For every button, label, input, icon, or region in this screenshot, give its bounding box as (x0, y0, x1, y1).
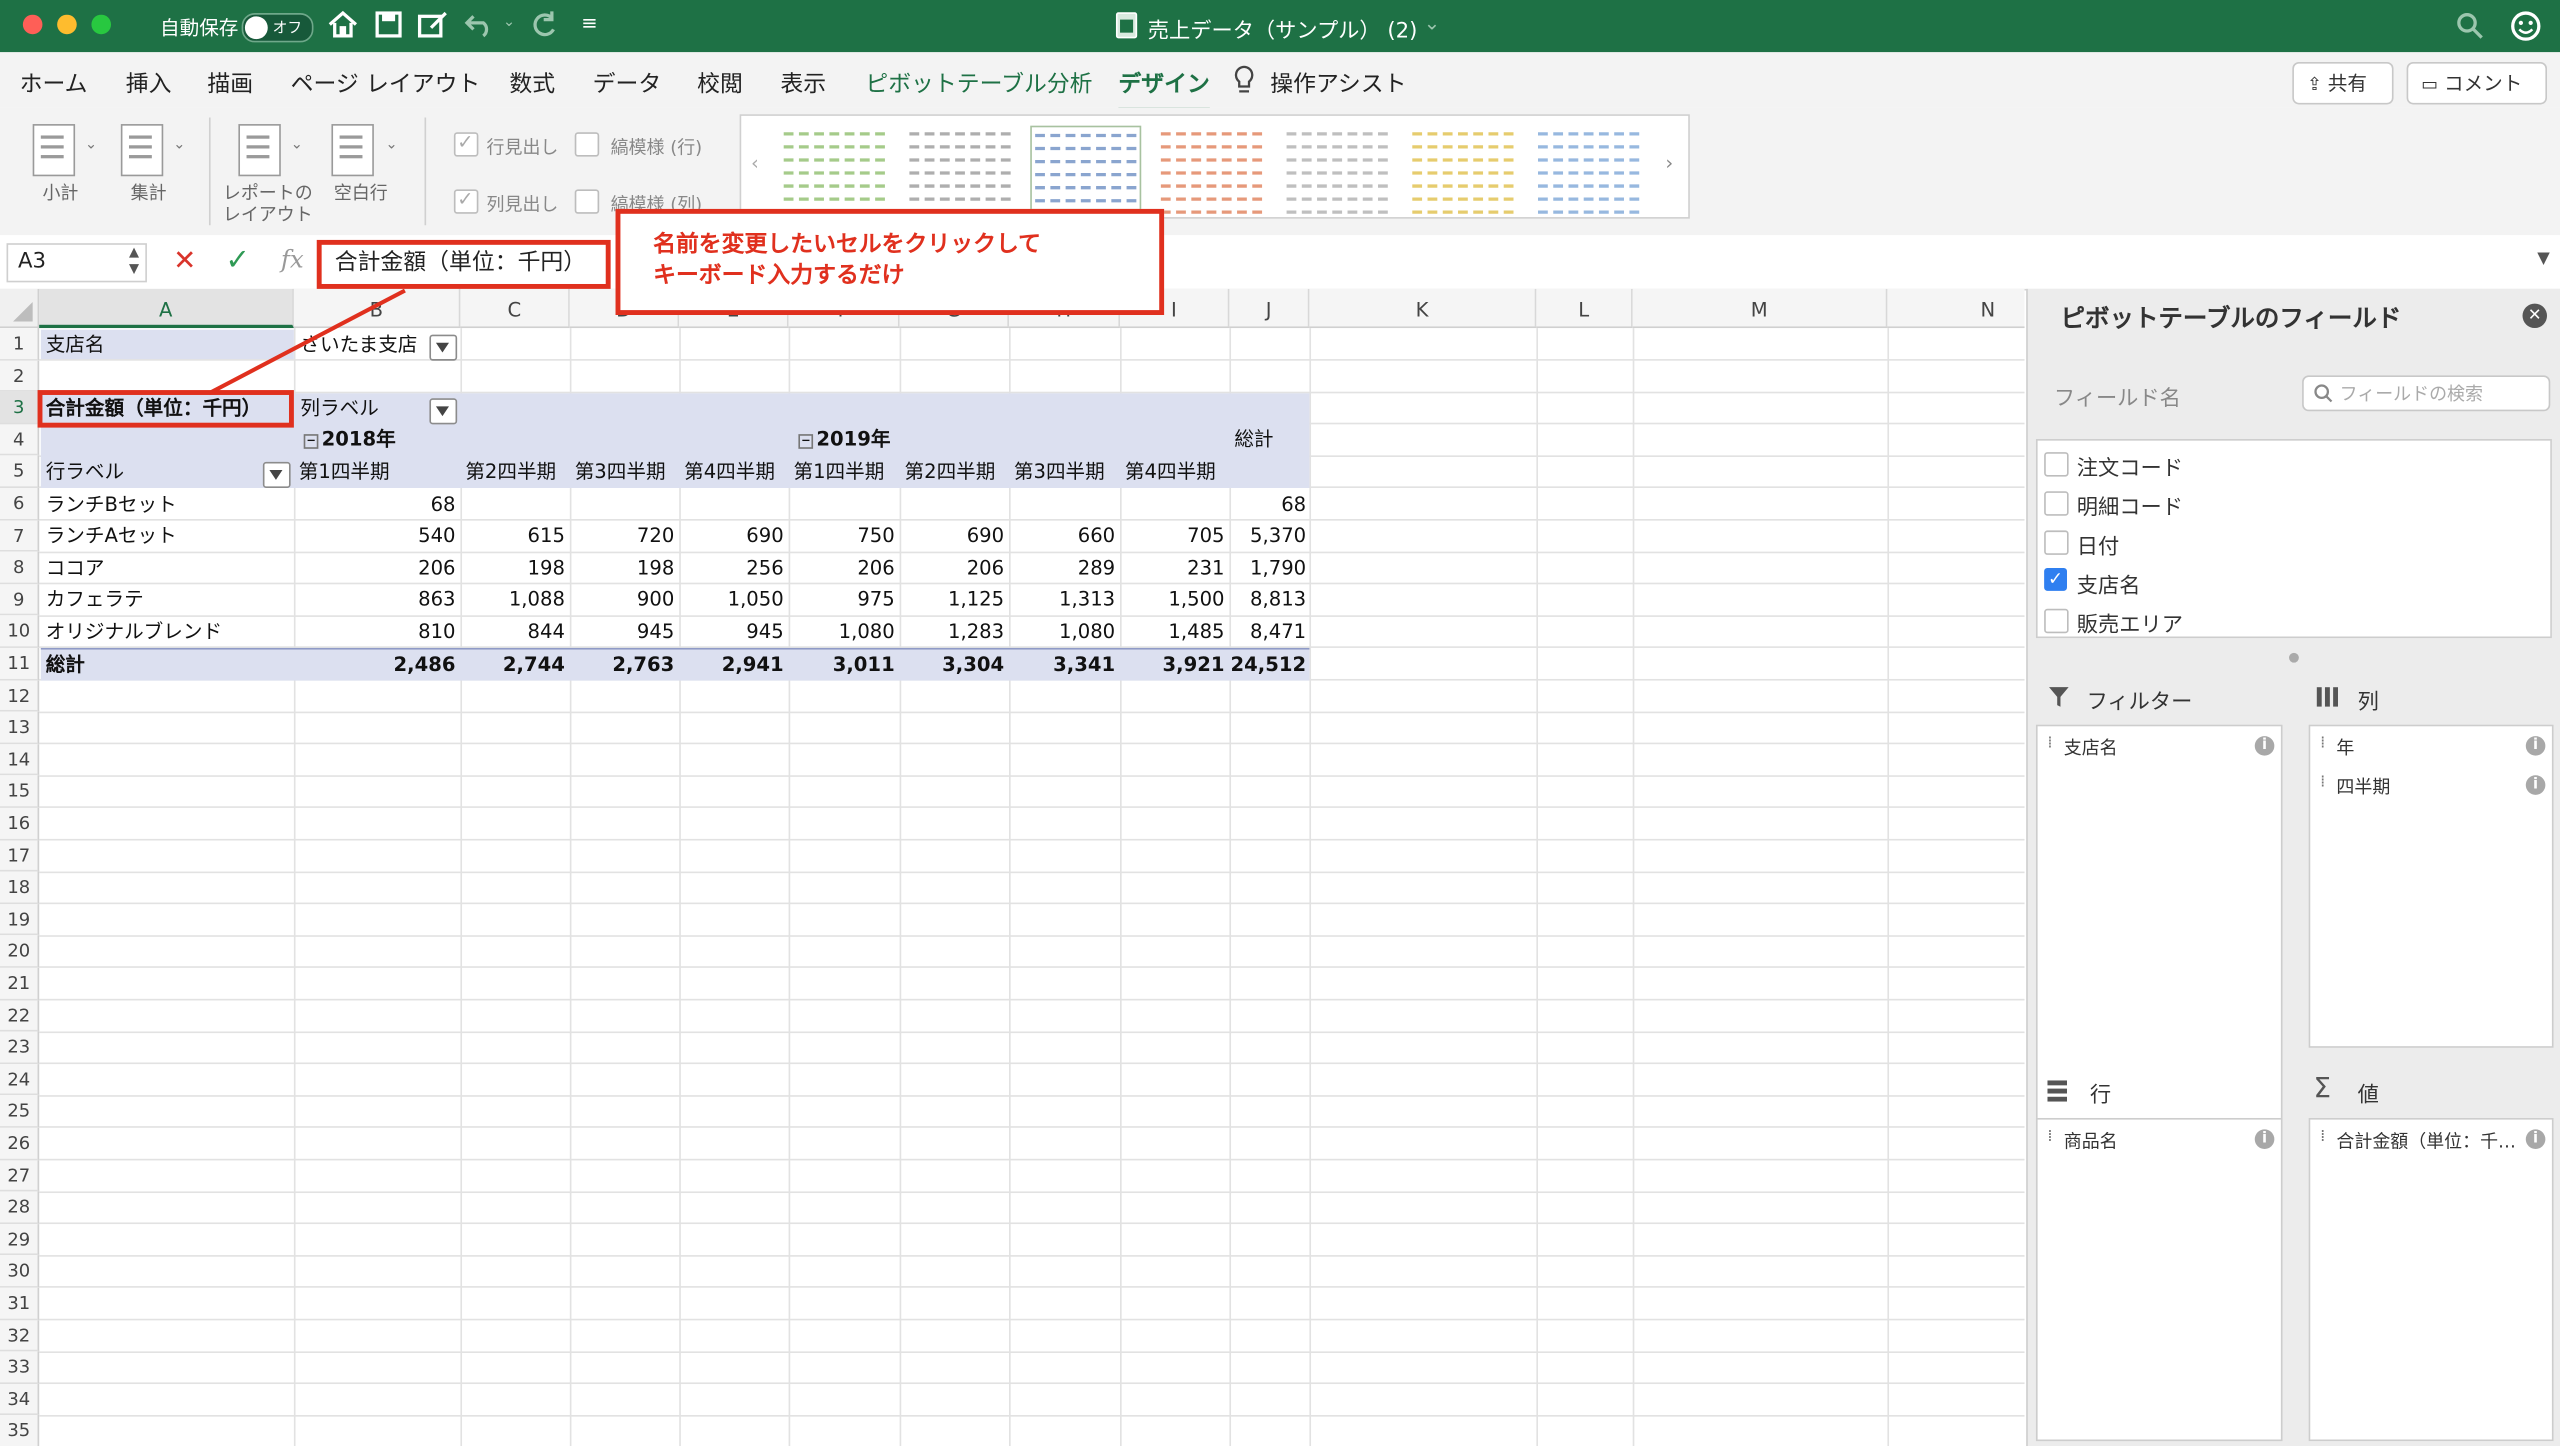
values-drop-area[interactable]: ⁞ 合計金額（単位：千… i (2308, 1117, 2554, 1442)
field-search-icon (2314, 384, 2333, 403)
field-checkbox[interactable] (2044, 452, 2069, 477)
info-icon[interactable]: i (2254, 1129, 2275, 1149)
values-item[interactable]: 合計金額（単位：千… (2336, 1128, 2516, 1154)
values-area-title: 値 (2357, 1083, 2379, 1109)
drag-handle-icon[interactable]: ⁞ (2047, 1128, 2052, 1146)
columns-item[interactable]: 四半期 (2336, 774, 2390, 800)
columns-icon (2316, 687, 2339, 707)
field-checkbox[interactable] (2044, 530, 2069, 555)
field-checkbox-checked[interactable]: ✓ (2044, 567, 2067, 591)
callout-box: 名前を変更したいセルをクリックして キーボード入力するだけ (615, 208, 1165, 315)
sigma-icon: Σ (2313, 1072, 2332, 1105)
columns-area-title: 列 (2357, 690, 2379, 715)
drag-handle-icon[interactable]: ⁞ (2320, 734, 2325, 752)
callout-line-2: キーボード入力するだけ (653, 262, 905, 289)
rows-drop-area[interactable]: ⁞ 商品名 i (2035, 1117, 2283, 1442)
pane-splitter-handle[interactable] (2289, 652, 2299, 663)
field-label[interactable]: 明細コード (2077, 490, 2183, 520)
rows-area-title: 行 (2089, 1083, 2112, 1109)
field-label[interactable]: 日付 (2077, 529, 2119, 559)
excel-window: 自動保存 オフ ⌄ ≡ 売上データ（サンプル） (2) ⌄ ホーム 挿入 描画 … (0, 0, 2560, 1446)
drag-handle-icon[interactable]: ⁞ (2320, 1128, 2325, 1146)
pivottable-fields-pane: ピボットテーブルのフィールド ✕ フィールド名 フィールドの検索 注文コード 明… (2026, 288, 2560, 1446)
filters-item[interactable]: 支店名 (2064, 734, 2118, 760)
field-label[interactable]: 支店名 (2077, 568, 2141, 598)
info-icon[interactable]: i (2525, 1129, 2546, 1149)
field-label[interactable]: 注文コード (2077, 450, 2183, 481)
close-pane-icon[interactable]: ✕ (2522, 303, 2548, 329)
filter-icon (2049, 687, 2069, 707)
callout-line-1: 名前を変更したいセルをクリックして (653, 231, 1041, 258)
columns-drop-area[interactable]: ⁞ 年 i ⁞ 四半期 i (2308, 724, 2554, 1048)
info-icon[interactable]: i (2254, 736, 2275, 756)
filters-area-title: フィルター (2086, 690, 2193, 715)
field-checkbox[interactable] (2044, 491, 2069, 516)
info-icon[interactable]: i (2525, 736, 2546, 756)
field-search-placeholder: フィールドの検索 (2339, 383, 2483, 405)
field-label[interactable]: 販売エリア (2077, 607, 2183, 638)
connector-line (208, 288, 406, 396)
field-name-label: フィールド名 (2053, 386, 2181, 412)
drag-handle-icon[interactable]: ⁞ (2047, 734, 2052, 752)
rows-item[interactable]: 商品名 (2064, 1128, 2118, 1154)
info-icon[interactable]: i (2525, 775, 2546, 795)
field-checkbox[interactable] (2044, 608, 2069, 634)
drag-handle-icon[interactable]: ⁞ (2320, 774, 2325, 792)
field-list[interactable]: 注文コード 明細コード 日付 ✓ 支店名 販売エリア (2035, 439, 2552, 639)
rows-icon (2047, 1080, 2067, 1102)
pane-title: ピボットテーブルのフィールド (2060, 303, 2402, 333)
columns-item[interactable]: 年 (2336, 734, 2354, 760)
field-search-input[interactable]: フィールドの検索 (2302, 375, 2551, 412)
